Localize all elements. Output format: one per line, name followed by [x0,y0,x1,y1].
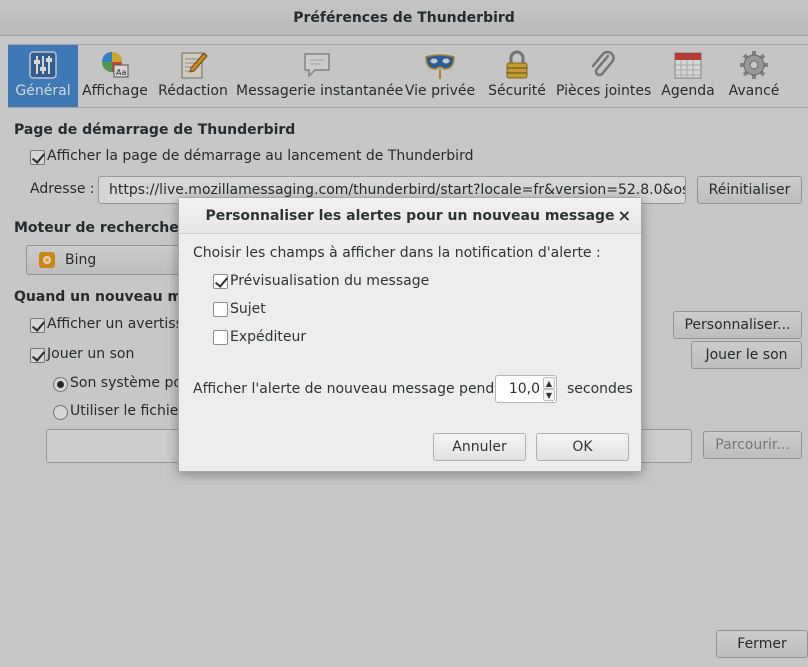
spin-down-icon[interactable]: ▼ [543,389,555,401]
customize-alert-dialog: Personnaliser les alertes pour un nouvea… [178,197,642,472]
alert-duration-label: Afficher l'alerte de nouveau message pen… [193,381,518,397]
preview-label: Prévisualisation du message [230,273,430,289]
sender-checkbox[interactable] [213,330,228,345]
ok-button[interactable]: OK [536,433,629,461]
dialog-title: Personnaliser les alertes pour un nouvea… [179,198,641,234]
cancel-button[interactable]: Annuler [433,433,526,461]
seconds-label: secondes [567,381,633,397]
subject-label: Sujet [230,301,266,317]
preview-checkbox[interactable] [213,274,228,289]
alert-duration-spinner[interactable]: 10,0 ▲ ▼ [495,375,557,403]
alert-duration-value: 10,0 [508,381,540,397]
sender-label: Expéditeur [230,329,307,345]
fields-intro-label: Choisir les champs à afficher dans la no… [193,245,601,261]
spin-up-icon[interactable]: ▲ [543,377,555,389]
dialog-close-icon[interactable]: × [618,198,631,234]
subject-checkbox[interactable] [213,302,228,317]
